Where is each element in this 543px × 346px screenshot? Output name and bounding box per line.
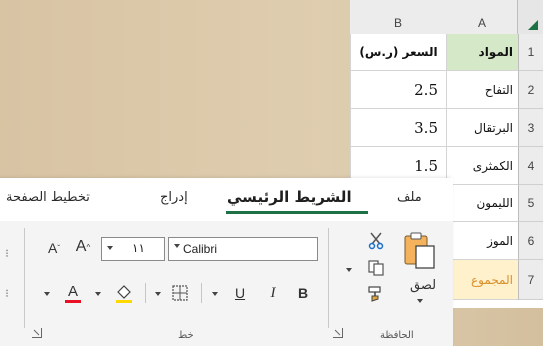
underline-button[interactable]: U <box>230 282 250 304</box>
font-size-caret-icon[interactable] <box>107 246 113 250</box>
cell-a2[interactable]: التفاح <box>446 71 518 109</box>
tab-file[interactable]: ملف <box>397 190 422 205</box>
cell-a1[interactable]: المواد <box>446 34 518 71</box>
shrink-font-glyph: A <box>47 240 58 256</box>
borders-icon <box>172 285 188 301</box>
group-separator <box>24 228 25 328</box>
font-group-label: خط <box>178 330 194 341</box>
bold-button[interactable]: B <box>293 282 313 304</box>
cell-a4[interactable]: الكمثرى <box>446 147 518 185</box>
fill-color-button[interactable] <box>112 280 136 306</box>
italic-button[interactable]: I <box>263 282 283 304</box>
grow-font-button[interactable]: A ^ <box>71 235 95 259</box>
paste-button[interactable] <box>402 232 438 272</box>
paste-icon <box>404 232 435 269</box>
cell-b1[interactable]: السعر (ر.س) <box>350 34 446 71</box>
borders-button[interactable] <box>170 282 190 304</box>
cut-button[interactable] <box>366 231 386 251</box>
group-separator <box>328 228 329 328</box>
row-header-4[interactable]: 4 <box>518 147 543 185</box>
copy-dropdown-caret[interactable] <box>346 268 352 272</box>
format-painter-icon <box>368 286 381 302</box>
row-header-5[interactable]: 5 <box>518 185 543 222</box>
font-color-swatch <box>65 299 81 303</box>
cell-a5[interactable]: الليمون <box>446 185 518 222</box>
fill-color-dropdown-caret[interactable] <box>95 292 101 296</box>
copy-button[interactable] <box>366 258 386 278</box>
row-header-7[interactable]: 7 <box>518 260 543 300</box>
font-name-caret-icon[interactable] <box>174 244 180 248</box>
select-all-triangle-icon <box>528 20 538 30</box>
ribbon: ملف الشريط الرئيسي إدراج تخطيط الصفحة لص… <box>0 178 453 346</box>
format-painter-button[interactable] <box>366 284 386 304</box>
row-header-6[interactable]: 6 <box>518 222 543 260</box>
select-all-corner[interactable] <box>517 0 543 34</box>
tab-page-layout[interactable]: تخطيط الصفحة <box>6 190 90 205</box>
paste-label: لصق <box>410 278 437 293</box>
grow-font-glyph: A <box>75 238 87 255</box>
column-header-b[interactable]: B <box>350 13 446 34</box>
font-size-combobox[interactable]: ١١ <box>101 237 165 261</box>
tab-home[interactable]: الشريط الرئيسي <box>227 188 352 206</box>
clipboard-dialog-launcher-icon[interactable] <box>333 328 343 338</box>
row-header-2[interactable]: 2 <box>518 71 543 109</box>
grow-arrow-icon: ^ <box>86 242 91 252</box>
next-group-partial-icon-2[interactable]: ⁝ <box>2 286 12 300</box>
paste-dropdown-caret[interactable] <box>417 299 423 303</box>
ribbon-tab-bar: ملف الشريط الرئيسي إدراج تخطيط الصفحة <box>0 178 453 221</box>
font-size-value: ١١ <box>132 241 145 255</box>
paint-bucket-icon <box>116 285 132 303</box>
row-header-3[interactable]: 3 <box>518 109 543 147</box>
column-header-row: A B <box>350 0 543 35</box>
borders-dropdown-caret[interactable] <box>155 292 161 296</box>
cell-b3[interactable]: 3.5 <box>350 109 446 147</box>
toolbar-divider <box>201 283 202 303</box>
shrink-arrow-icon: ˇ <box>57 243 60 253</box>
toolbar-divider <box>145 283 146 303</box>
active-tab-indicator <box>226 211 368 214</box>
column-header-a[interactable]: A <box>446 13 518 34</box>
scissors-icon <box>368 232 384 250</box>
cell-a3[interactable]: البرتقال <box>446 109 518 147</box>
cell-a7[interactable]: المجموع <box>446 260 518 300</box>
tab-insert[interactable]: إدراج <box>160 190 188 205</box>
font-name-value: Calibri <box>183 242 218 256</box>
cell-a6[interactable]: الموز <box>446 222 518 260</box>
shrink-font-button[interactable]: Aˇ <box>42 236 66 260</box>
next-group-partial-icon[interactable]: ⁝ <box>2 246 12 260</box>
font-color-dropdown-caret[interactable] <box>44 292 50 296</box>
font-name-combobox[interactable]: Calibri <box>168 237 318 261</box>
font-dialog-launcher-icon[interactable] <box>32 328 42 338</box>
copy-icon <box>368 260 384 276</box>
row-header-1[interactable]: 1 <box>518 34 543 71</box>
cell-b2[interactable]: 2.5 <box>350 71 446 109</box>
font-color-glyph: A <box>67 282 78 300</box>
clipboard-group-label: الحافظة <box>380 330 414 341</box>
font-color-button[interactable]: A <box>62 280 84 306</box>
underline-dropdown-caret[interactable] <box>212 292 218 296</box>
